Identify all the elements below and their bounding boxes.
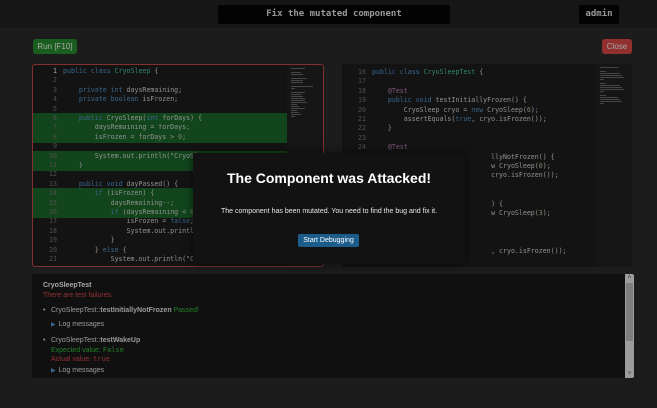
modal-message: The component has been mutated. You need… xyxy=(221,208,437,215)
attack-modal: The Component was Attacked! The componen… xyxy=(193,153,465,264)
start-debugging-button[interactable]: Start Debugging xyxy=(298,234,359,247)
modal-title: The Component was Attacked! xyxy=(226,170,432,186)
